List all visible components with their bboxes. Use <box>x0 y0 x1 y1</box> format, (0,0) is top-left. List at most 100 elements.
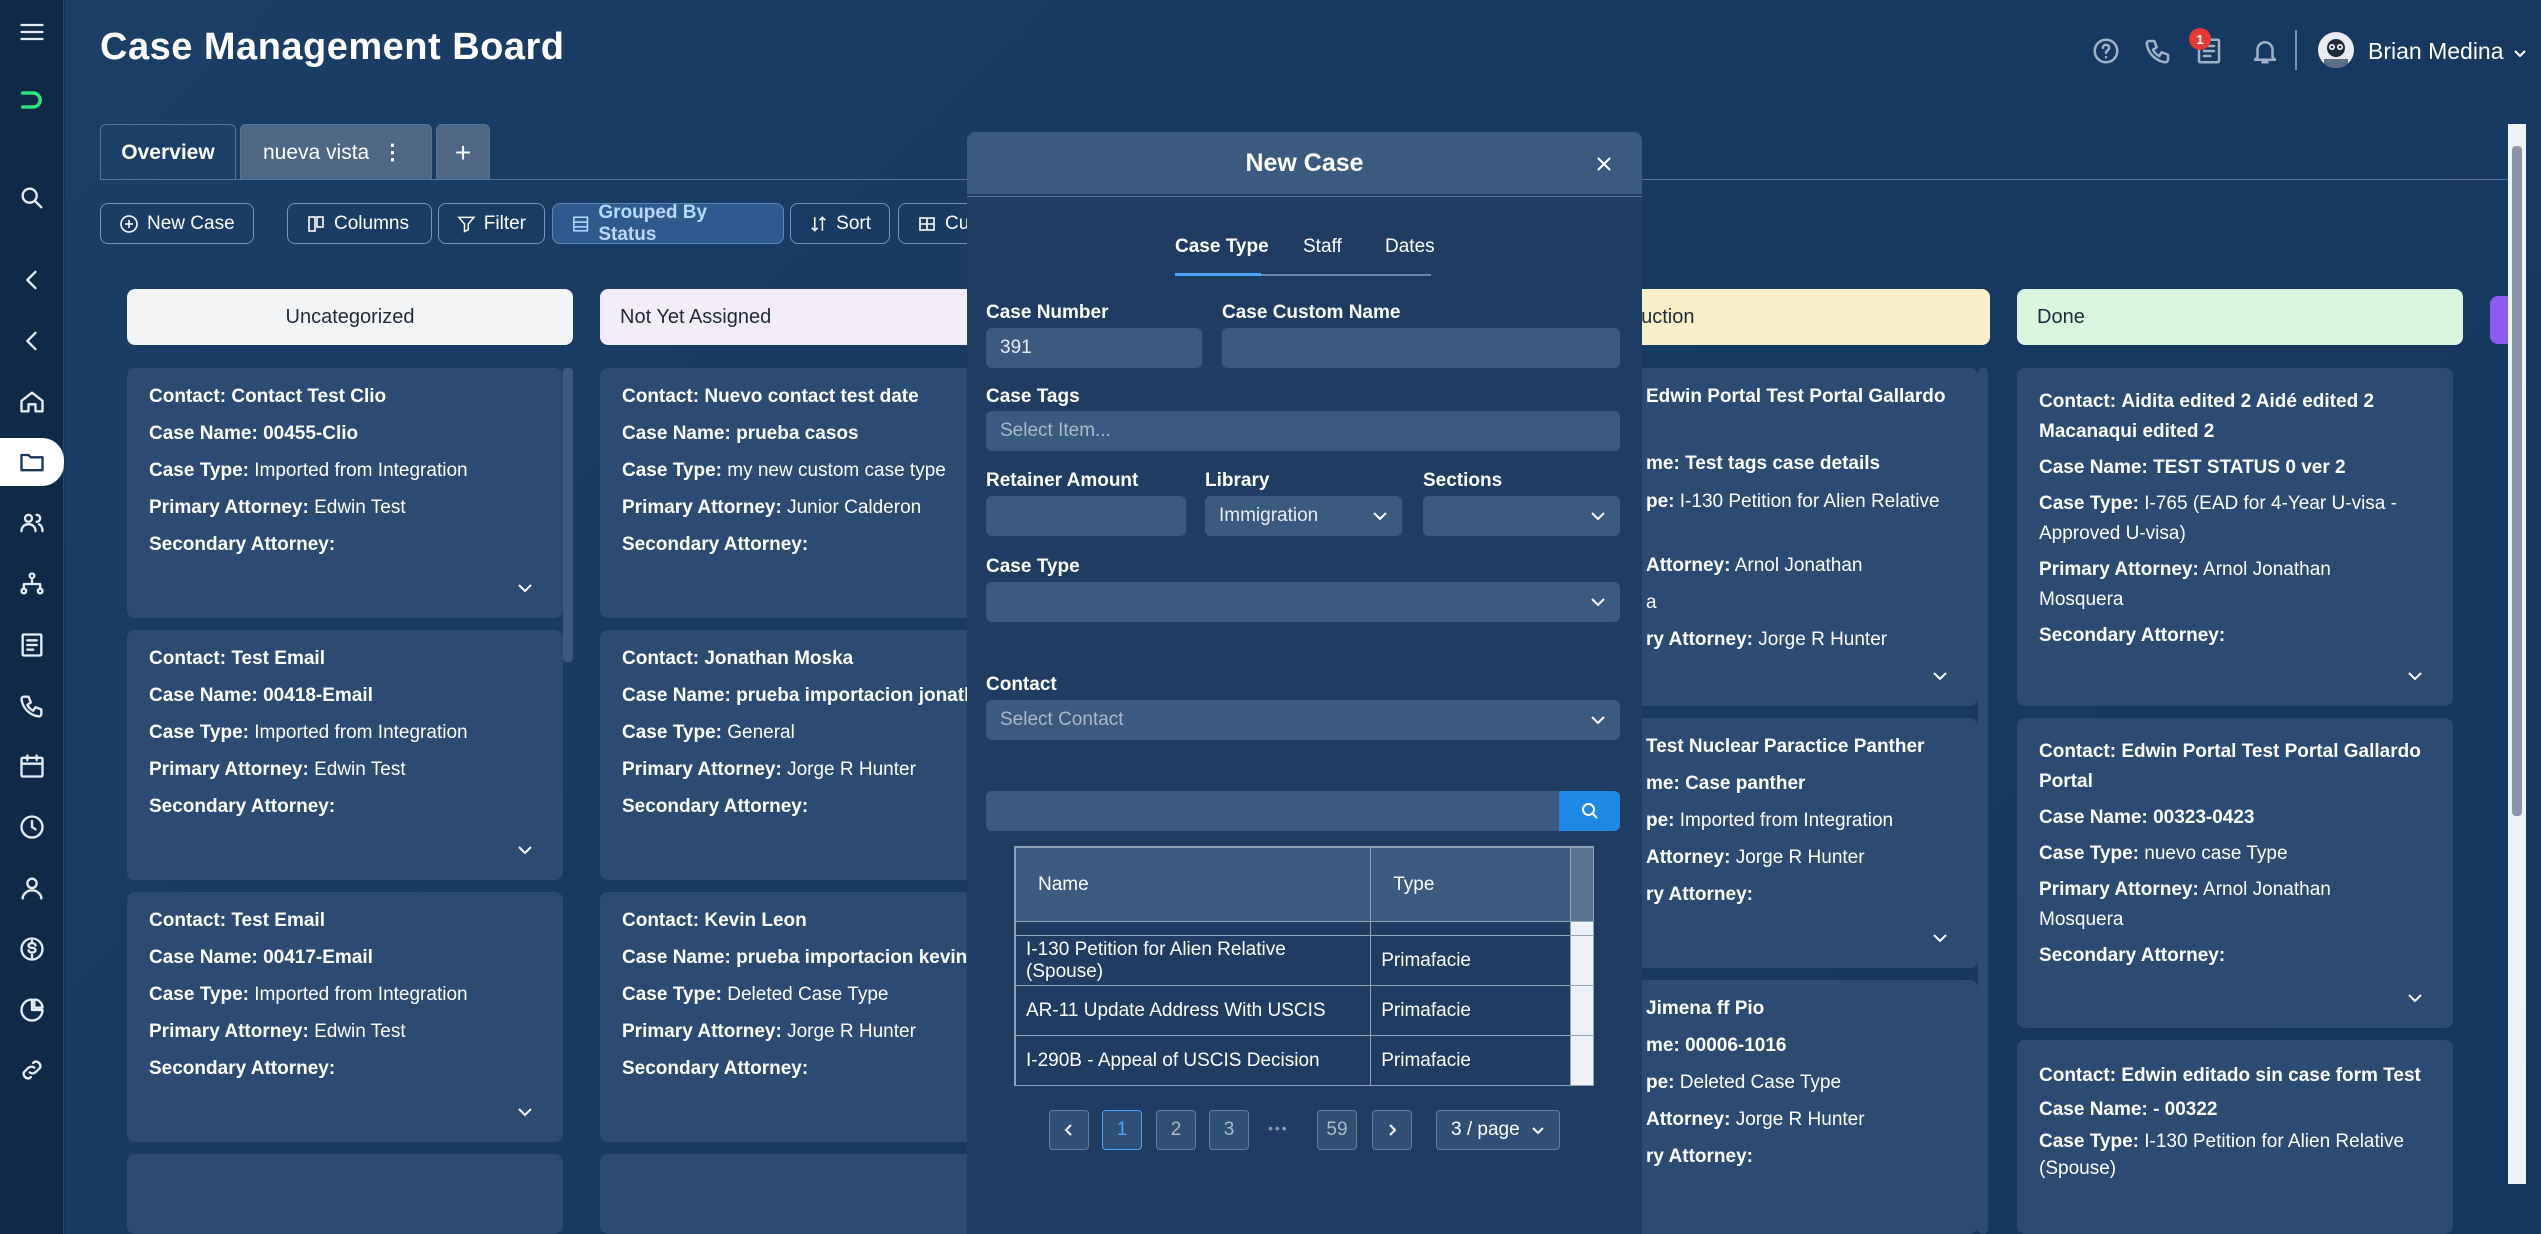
case-card[interactable]: Contact: Nuevo contact test date Case Na… <box>600 368 1000 618</box>
page-size-select[interactable]: 3 / page <box>1436 1110 1560 1150</box>
contact-select[interactable]: Select Contact <box>986 700 1620 740</box>
folder-icon[interactable] <box>0 438 64 486</box>
chevron-down-icon <box>1591 512 1605 521</box>
table-row[interactable]: I-130 Petition for Alien Relative (Spous… <box>1015 935 1593 986</box>
case-tags-select[interactable]: Select Item... <box>986 411 1620 451</box>
table-row[interactable]: AR-11 Update Address With USCIS Primafaci… <box>1015 985 1593 1036</box>
logo-icon[interactable] <box>8 76 56 124</box>
page-3-button[interactable]: 3 <box>1209 1110 1249 1150</box>
scrollbar[interactable] <box>2508 124 2526 1184</box>
case-card[interactable]: Contact: Aidita edited 2 Aidé edited 2 M… <box>2017 368 2453 706</box>
retainer-amount-input[interactable] <box>986 496 1186 536</box>
phone-icon[interactable] <box>8 682 56 730</box>
case-card[interactable] <box>127 1154 563 1234</box>
user-name[interactable]: Brian Medina <box>2368 38 2504 65</box>
case-type-select[interactable] <box>986 582 1620 622</box>
chevron-down-icon[interactable] <box>2407 990 2423 1006</box>
case-card[interactable]: Contact: Test Email Case Name: 00418-Ema… <box>127 630 563 880</box>
case-card[interactable] <box>600 1154 1000 1234</box>
scrollbar[interactable] <box>563 368 573 662</box>
tab-nueva-vista[interactable]: nueva vista ⋮ <box>240 124 432 180</box>
columns-button[interactable]: Columns <box>287 203 432 244</box>
case-card[interactable]: Jimena ff Pio me: 00006-1016 pe: Deleted… <box>1600 980 1978 1234</box>
column-header-done[interactable]: Done <box>2017 289 2463 345</box>
table-search-input[interactable] <box>986 791 1560 831</box>
menu-icon[interactable] <box>8 8 56 56</box>
page-1-button[interactable]: 1 <box>1102 1110 1142 1150</box>
case-card[interactable]: Edwin Portal Test Portal Gallardo me: Te… <box>1600 368 1978 706</box>
chevron-down-icon[interactable] <box>517 1104 533 1120</box>
chevron-down-icon <box>1532 1127 1544 1135</box>
tab-overview[interactable]: Overview <box>100 124 236 180</box>
chevron-down-icon[interactable] <box>517 842 533 858</box>
chevron-down-icon[interactable] <box>1932 668 1948 684</box>
case-number-input[interactable]: 391 <box>986 328 1202 368</box>
add-tab-button[interactable]: + <box>436 124 490 180</box>
chevron-down-icon <box>1591 716 1605 725</box>
tab-case-type[interactable]: Case Type <box>1175 236 1269 258</box>
tab-active-indicator <box>1175 273 1261 276</box>
column-header-type[interactable]: Type <box>1370 847 1571 922</box>
columns-icon <box>308 215 324 232</box>
dollar-icon[interactable] <box>8 925 56 973</box>
search-button[interactable] <box>1559 791 1620 831</box>
page-title: Case Management Board <box>100 26 565 68</box>
clock-icon[interactable] <box>8 803 56 851</box>
grid-icon <box>919 216 935 231</box>
link-icon[interactable] <box>8 1046 56 1094</box>
column-header-production[interactable]: duction <box>1600 289 1990 345</box>
collapse-icon[interactable] <box>8 256 56 304</box>
case-tags-label: Case Tags <box>986 386 1080 407</box>
case-card[interactable]: Contact: Contact Test Clio Case Name: 00… <box>127 368 563 618</box>
divider <box>2295 30 2297 70</box>
table-row[interactable]: I-290B - Appeal of USCIS Decision Primafa… <box>1015 1035 1593 1085</box>
tab-staff[interactable]: Staff <box>1303 236 1342 258</box>
case-card[interactable]: Contact: Edwin editado sin case form Tes… <box>2017 1040 2453 1234</box>
page-2-button[interactable]: 2 <box>1156 1110 1196 1150</box>
sort-button[interactable]: Sort <box>790 203 890 244</box>
more-icon[interactable]: ⋮ <box>382 140 403 165</box>
chevron-down-icon[interactable] <box>1932 930 1948 946</box>
new-case-button[interactable]: New Case <box>100 203 254 244</box>
pagination-ellipsis[interactable]: ••• <box>1268 1120 1289 1136</box>
modal-header: New Case <box>967 132 1642 194</box>
chart-icon[interactable] <box>8 986 56 1034</box>
filter-button[interactable]: Filter <box>438 203 545 244</box>
next-page-button[interactable] <box>1372 1110 1412 1150</box>
search-icon <box>1581 803 1598 819</box>
list-icon[interactable] <box>8 621 56 669</box>
sitemap-icon[interactable] <box>8 560 56 608</box>
sections-label: Sections <box>1423 470 1503 491</box>
library-select[interactable]: Immigration <box>1205 496 1402 536</box>
case-custom-name-input[interactable] <box>1222 328 1620 368</box>
bell-icon[interactable] <box>2248 34 2282 68</box>
close-icon[interactable] <box>1594 154 1614 174</box>
sections-select[interactable] <box>1423 496 1620 536</box>
case-card[interactable]: Contact: Edwin Portal Test Portal Gallar… <box>2017 718 2453 1028</box>
case-card[interactable]: Contact: Test Email Case Name: 00417-Ema… <box>127 892 563 1142</box>
grouped-by-status-button[interactable]: Grouped By Status <box>552 202 784 245</box>
search-icon[interactable] <box>8 174 56 222</box>
chevron-down-icon[interactable] <box>2512 45 2528 61</box>
case-card[interactable]: Contact: Kevin Leon Case Name: prueba im… <box>600 892 1000 1142</box>
case-card[interactable]: Test Nuclear Paractice Panther me: Case … <box>1600 718 1978 968</box>
calendar-icon[interactable] <box>8 742 56 790</box>
column-header-uncategorized[interactable]: Uncategorized <box>127 289 573 345</box>
column-header-not-yet-assigned[interactable]: Not Yet Assigned <box>600 289 1020 345</box>
phone-icon[interactable] <box>2141 34 2175 68</box>
page-59-button[interactable]: 59 <box>1317 1110 1357 1150</box>
help-icon[interactable] <box>2089 34 2123 68</box>
people-icon[interactable] <box>8 499 56 547</box>
chevron-down-icon[interactable] <box>517 580 533 596</box>
home-icon[interactable] <box>8 378 56 426</box>
prev-page-button[interactable] <box>1049 1110 1089 1150</box>
chevron-down-icon[interactable] <box>2407 668 2423 684</box>
collapse-icon[interactable] <box>8 317 56 365</box>
retainer-amount-label: Retainer Amount <box>986 470 1139 491</box>
tab-dates[interactable]: Dates <box>1385 236 1435 258</box>
case-card[interactable]: Contact: Jonathan Moska Case Name: prueb… <box>600 630 1000 880</box>
scrollbar[interactable] <box>1978 368 1988 1234</box>
avatar[interactable] <box>2318 32 2354 68</box>
column-header-name[interactable]: Name <box>1015 847 1372 922</box>
user-icon[interactable] <box>8 864 56 912</box>
